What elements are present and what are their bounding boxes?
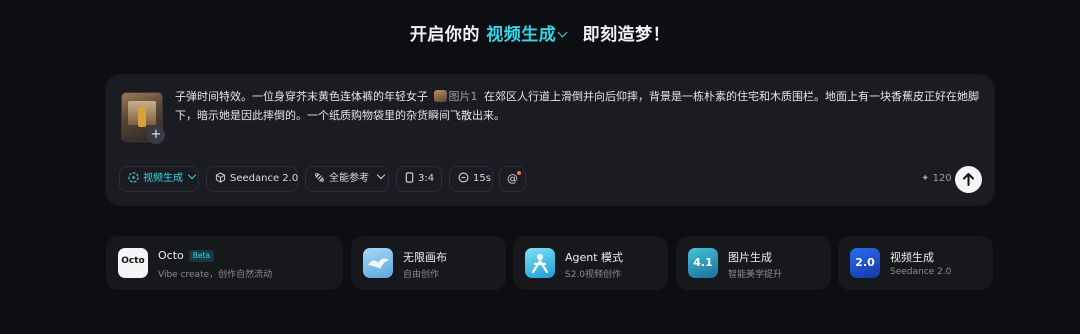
chevron-down-icon	[376, 170, 386, 180]
headline-suffix: 即刻造梦！	[582, 25, 671, 45]
beta-badge: Beta	[188, 250, 215, 262]
octo-logo-text: Octo	[121, 256, 145, 266]
image-gen-version: 4.1	[693, 256, 713, 269]
model-select-button[interactable]: Seedance 2.0	[206, 166, 298, 192]
prompt-text-start: 子弹时间特效。一位身穿芥末黄色连体裤的年轻女子	[175, 90, 428, 103]
aspect-ratio-icon	[405, 171, 414, 183]
mode-switcher-label: 视频生成	[486, 25, 557, 45]
octo-logo: Octo	[118, 248, 148, 278]
bird-canvas-icon	[363, 248, 393, 278]
reference-mode-label: 全能参考	[329, 173, 369, 184]
chevron-down-icon	[187, 170, 197, 180]
agent-figure-icon	[525, 248, 555, 278]
mode-select-label: 视频生成	[143, 173, 183, 184]
reference-link-icon	[315, 172, 324, 182]
card-title: 视频生成	[890, 251, 934, 264]
feature-card-video-generation[interactable]: 2.0 视频生成 Seedance 2.0	[838, 236, 993, 290]
bird-shape	[368, 258, 389, 269]
card-title: Agent 模式	[565, 251, 624, 264]
card-title: 无限画布	[403, 251, 447, 264]
feature-card-image-generation[interactable]: 4.1 图片生成 智能美学提升	[676, 236, 831, 290]
chevron-down-icon	[557, 27, 568, 38]
image-gen-icon: 4.1	[688, 248, 718, 278]
headline-prefix: 开启你的	[409, 25, 480, 45]
thumbnail-figure	[138, 107, 146, 127]
card-title: 图片生成	[728, 251, 772, 264]
mention-button[interactable]: @	[499, 166, 526, 192]
card-subtitle: S2.0视频创作	[565, 270, 622, 280]
video-gen-icon: 2.0	[850, 248, 880, 278]
page-headline: 开启你的 视频生成 即刻造梦！	[0, 20, 1080, 45]
card-subtitle: Vibe create，创作自然流动	[158, 270, 273, 280]
card-title-text: Octo	[158, 249, 184, 262]
image-reference-icon	[433, 90, 447, 102]
duration-label: 15s	[473, 173, 491, 184]
credits-count: 120	[932, 173, 952, 184]
card-subtitle: Seedance 2.0	[890, 267, 952, 277]
video-gen-version: 2.0	[855, 256, 875, 269]
prompt-composer: + 子弹时间特效。一位身穿芥末黄色连体裤的年轻女子 图片1 在郊区人行道上滑倒并…	[105, 74, 995, 206]
notification-dot	[517, 171, 521, 175]
card-subtitle: 自由创作	[403, 270, 440, 280]
cube-icon	[215, 171, 226, 183]
mode-select-button[interactable]: 视频生成	[119, 166, 199, 192]
feature-card-agent-mode[interactable]: Agent 模式 S2.0视频创作	[513, 236, 668, 290]
duration-button[interactable]: 15s	[449, 166, 493, 192]
aspect-ratio-button[interactable]: 3:4	[396, 166, 442, 192]
credits-display: ✦ 120	[921, 173, 952, 184]
image-reference-label[interactable]: 图片1	[449, 90, 478, 103]
model-select-label: Seedance 2.0	[230, 173, 299, 184]
reference-mode-button[interactable]: 全能参考	[305, 166, 389, 192]
prompt-input[interactable]: 子弹时间特效。一位身穿芥末黄色连体裤的年轻女子 图片1 在郊区人行道上滑倒并向后…	[175, 87, 981, 125]
card-title: Octo Beta	[158, 249, 215, 262]
mode-switcher[interactable]: 视频生成	[486, 25, 576, 45]
add-reference-button[interactable]: +	[147, 126, 165, 144]
spark-icon: ✦	[921, 173, 930, 184]
feature-card-infinite-canvas[interactable]: 无限画布 自由创作	[351, 236, 506, 290]
feature-card-octo[interactable]: Octo Octo Beta Vibe create，创作自然流动	[106, 236, 343, 290]
agent-figure-shape	[531, 254, 549, 274]
send-button[interactable]	[955, 166, 982, 193]
clock-icon	[458, 172, 469, 182]
arrow-up-icon	[963, 173, 974, 186]
card-subtitle: 智能美学提升	[728, 270, 783, 280]
video-mode-icon	[128, 171, 139, 183]
aspect-ratio-label: 3:4	[418, 173, 435, 184]
